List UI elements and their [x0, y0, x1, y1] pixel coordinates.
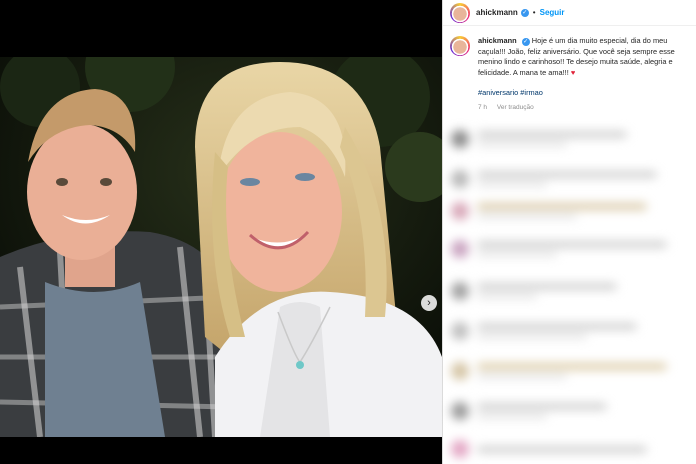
photo-illustration [0, 57, 442, 437]
comment-row [451, 170, 657, 188]
comment-row [451, 402, 607, 420]
carousel-next-button[interactable]: › [421, 295, 437, 311]
caption-avatar[interactable] [450, 36, 470, 56]
separator: • [532, 8, 536, 17]
post-sidebar: ahickmann ✓ • Seguir ahickmann ✓ Hoje é … [442, 0, 696, 464]
hashtag-links[interactable]: #aniversario #irmao [478, 88, 688, 99]
avatar[interactable] [450, 2, 470, 23]
comment-row [451, 362, 667, 380]
comment-row [451, 282, 617, 300]
follow-button[interactable]: Seguir [540, 8, 565, 17]
comment-row [451, 240, 667, 258]
username[interactable]: ahickmann [476, 8, 518, 17]
chevron-right-icon: › [427, 297, 431, 309]
comments-list [443, 122, 696, 464]
translate-link[interactable]: Ver tradução [497, 104, 534, 111]
timestamp[interactable]: 7 h [478, 104, 487, 111]
verified-badge-icon: ✓ [520, 8, 529, 17]
post-caption: ahickmann ✓ Hoje é um dia muito especial… [450, 36, 690, 114]
caption-username[interactable]: ahickmann [478, 36, 517, 45]
comment-row [451, 322, 637, 340]
caption-meta: 7 h Ver tradução [478, 103, 688, 114]
verified-badge-icon: ✓ [521, 38, 530, 46]
screenshot-stage: › ahickmann ✓ • Seguir ahickmann ✓ Hoje … [0, 0, 696, 464]
comment-row [451, 440, 647, 458]
comment-row [451, 202, 647, 220]
heart-icon: ♥ [570, 67, 576, 77]
caption-body: ahickmann ✓ Hoje é um dia muito especial… [478, 36, 688, 114]
post-header: ahickmann ✓ • Seguir [443, 0, 696, 26]
comment-row [451, 130, 627, 148]
post-photo[interactable]: › [0, 57, 442, 437]
